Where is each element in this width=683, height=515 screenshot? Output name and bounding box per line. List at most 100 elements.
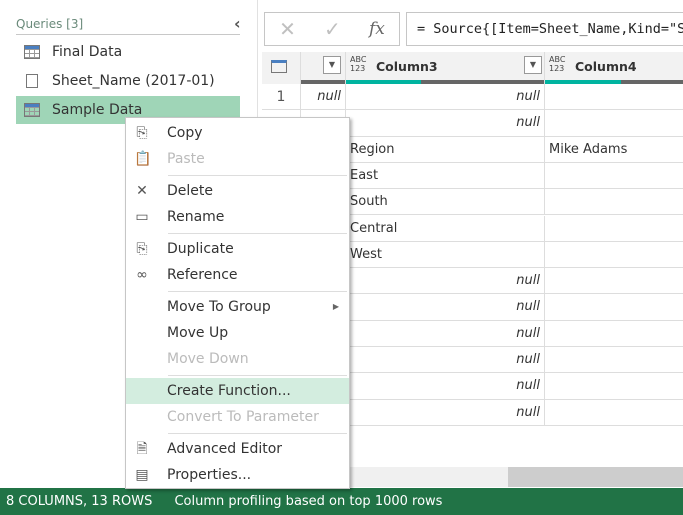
scrollbar-thumb[interactable] [508,467,683,487]
column-header-column4[interactable]: ABC 123 Column4 [545,52,683,84]
table-cell[interactable]: null [346,347,545,373]
query-sheet-name[interactable]: Sheet_Name (2017-01) [16,67,240,95]
formula-bar[interactable]: = Source{[Item=Sheet_Name,Kind="S [406,12,683,46]
table-cell[interactable] [545,242,683,267]
status-counts: 8 COLUMNS, 13 ROWS [6,494,153,509]
menu-item-create-function[interactable]: Create Function... [126,378,349,404]
table-cell[interactable]: Central [346,215,545,241]
table-cell[interactable] [545,163,683,188]
duplicate-icon: ⎘ [136,241,148,257]
table-cell[interactable]: null [346,320,545,346]
context-menu: ⎘ Copy 📋 Paste ✕ Delete ▭ Rename ⎘ Duplicate ∞ Refe… [125,117,350,489]
menu-item-move-up[interactable]: Move Up [126,320,349,346]
menu-item-move-down[interactable]: Move Down [126,346,349,372]
table-cell[interactable]: East [346,162,545,189]
table-cell[interactable] [545,347,683,372]
type-any-icon[interactable]: ABC 123 [350,55,370,73]
table-cell[interactable]: null [346,268,545,294]
menu-item-delete[interactable]: ✕ Delete [126,178,349,204]
menu-item-label: Delete [167,183,213,199]
reference-icon: ∞ [136,267,148,283]
menu-item-label: Copy [167,125,203,141]
menu-item-rename[interactable]: ▭ Rename [126,204,349,230]
menu-item-copy[interactable]: ⎘ Copy [126,120,349,146]
table-icon [271,60,287,73]
table-cell[interactable] [545,84,683,109]
submenu-arrow-icon: ▶ [332,302,339,311]
rename-icon: ▭ [135,209,149,225]
table-cell[interactable]: null [301,84,346,110]
menu-item-label: Move Down [167,351,249,367]
copy-icon: ⎘ [136,125,148,141]
status-profiling: Column profiling based on top 1000 rows [174,494,443,509]
menu-item-label: Advanced Editor [167,441,283,457]
status-bar: 8 COLUMNS, 13 ROWS Column profiling base… [0,488,683,515]
query-final-data[interactable]: Final Data [16,38,240,66]
menu-item-label: Move Up [167,325,229,341]
menu-item-label: Reference [167,267,238,283]
table-cell[interactable]: West [346,241,545,268]
menu-separator [168,433,347,434]
table-cell[interactable]: null [346,399,545,425]
parameter-icon [26,74,38,88]
table-cell[interactable] [545,400,683,425]
collapse-pane-icon[interactable]: ‹ [234,14,241,33]
advanced-editor-icon: 🗎 [136,441,148,457]
menu-separator [168,175,347,176]
table-cell[interactable] [545,321,683,346]
row-number: 1 [262,84,301,110]
filter-dropdown-icon[interactable]: ▼ [323,56,341,74]
menu-separator [168,233,347,234]
formula-buttons: ✕ ✓ fx [264,12,400,46]
table-cell[interactable] [545,189,683,214]
table-cell[interactable]: South [346,189,545,215]
menu-item-label: Move To Group [167,299,271,315]
menu-item-duplicate[interactable]: ⎘ Duplicate [126,236,349,262]
menu-item-reference[interactable]: ∞ Reference [126,262,349,288]
table-cell[interactable]: null [346,84,545,110]
table-cell[interactable]: null [346,294,545,320]
filter-dropdown-icon[interactable]: ▼ [524,56,542,74]
menu-separator [168,291,347,292]
column-name: Column3 [376,59,438,74]
table-cell[interactable]: null [346,373,545,399]
fx-icon[interactable]: fx [369,19,385,39]
query-label: Sheet_Name (2017-01) [52,73,215,89]
table-cell[interactable] [545,294,683,319]
menu-item-advanced-editor[interactable]: 🗎 Advanced Editor [126,436,349,462]
menu-item-label: Duplicate [167,241,234,257]
query-label: Final Data [52,44,123,60]
table-cell[interactable] [545,373,683,398]
menu-item-label: Create Function... [167,383,291,399]
delete-icon: ✕ [136,183,148,199]
menu-item-label: Properties... [167,467,252,483]
menu-item-label: Rename [167,209,225,225]
table-menu-button[interactable] [262,52,301,84]
menu-item-properties[interactable]: ▤ Properties... [126,462,349,488]
table-cell[interactable] [545,110,683,135]
table-cell[interactable] [545,268,683,293]
menu-separator [168,375,347,376]
table-icon [24,103,40,117]
menu-item-paste[interactable]: 📋 Paste [126,146,349,172]
menu-item-move-to-group[interactable]: Move To Group ▶ [126,294,349,320]
menu-item-label: Convert To Parameter [167,409,319,425]
table-cell[interactable] [545,216,683,241]
queries-header: Queries [3] [16,17,240,35]
table-icon [24,45,40,59]
column-header[interactable]: ▼ [301,52,346,84]
paste-icon: 📋 [134,151,152,167]
properties-icon: ▤ [135,467,149,483]
menu-item-convert-to-parameter[interactable]: Convert To Parameter [126,404,349,430]
query-label: Sample Data [52,102,143,118]
table-cell[interactable]: Mike Adams [545,137,683,162]
menu-item-label: Paste [167,151,205,167]
table-cell[interactable]: null [346,110,545,136]
type-any-icon[interactable]: ABC 123 [549,55,569,73]
column-name: Column4 [575,59,637,74]
table-cell[interactable]: Region [346,136,545,162]
column-header-column3[interactable]: ABC 123 Column3 ▼ [346,52,545,84]
cancel-icon[interactable]: ✕ [279,17,296,41]
commit-icon[interactable]: ✓ [324,17,341,41]
table-row: 1 null null [262,84,683,111]
